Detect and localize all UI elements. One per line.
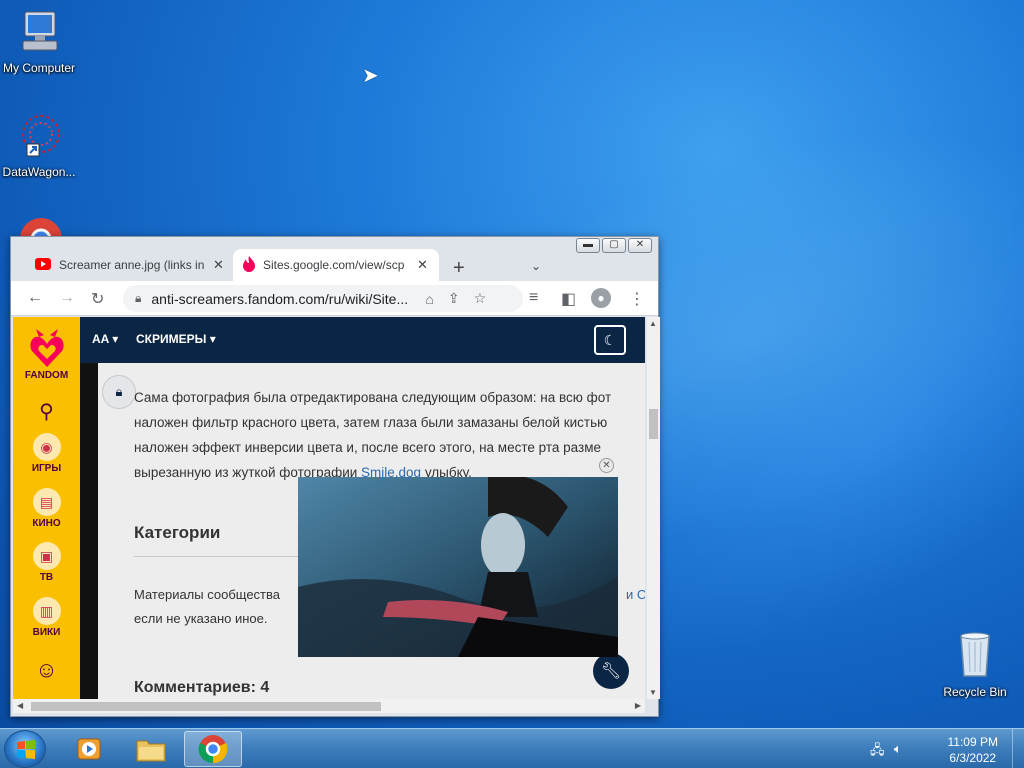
media-control-icon[interactable]: ≡ <box>529 289 538 307</box>
media-player-icon <box>77 738 101 760</box>
rail-item-label: КИНО <box>32 518 61 529</box>
taskbar: 🖧︎ 🔈︎ 11:09 PM 6/3/2022 <box>0 728 1024 768</box>
taskbar-chrome[interactable] <box>184 731 242 767</box>
folder-icon <box>136 740 166 762</box>
tab-title: Sites.google.com/view/scp <box>263 258 405 272</box>
desktop-icon-label: Recycle Bin <box>943 685 1007 699</box>
rail-item-wikis[interactable]: ▥ ВИКИ <box>13 597 80 638</box>
datawagon-icon <box>0 112 81 163</box>
tab-sites-google[interactable]: Sites.google.com/view/scp ✕ <box>233 249 439 281</box>
tab-search-dropdown-icon[interactable]: ⌄ <box>531 259 541 273</box>
community-topnav: AA ▾ СКРИМЕРЫ ▾ ☾ <box>80 317 645 363</box>
fandom-logo[interactable]: FANDOM <box>13 325 80 381</box>
article-paragraph: Сама фотография была отредактирована сле… <box>134 390 612 480</box>
vertical-scrollbar[interactable]: ▲ ▼ <box>647 317 660 699</box>
clock-time: 11:09 PM <box>947 735 998 749</box>
recycle-bin-icon <box>933 630 1017 683</box>
desktop-icon-label: DataWagon... <box>2 165 76 179</box>
tab-strip: Screamer anne.jpg (links in ✕ Sites.goog… <box>11 245 658 281</box>
rail-item-tv[interactable]: ▣ ТВ <box>13 542 80 583</box>
bookmark-star-icon[interactable]: ☆ <box>474 290 487 307</box>
share-icon[interactable]: ⇪ <box>448 290 460 307</box>
comments-heading: Комментариев: 4 <box>134 679 270 696</box>
network-icon[interactable]: 🖧︎ <box>870 741 885 763</box>
youtube-icon <box>35 257 51 273</box>
rail-item-label: ВИКИ <box>32 627 61 638</box>
show-desktop-button[interactable] <box>1012 729 1024 768</box>
categories-heading: Категории <box>134 523 221 542</box>
wrench-tools-icon[interactable]: 🔧︎ <box>593 653 629 689</box>
back-arrow-icon[interactable]: ← <box>27 289 43 307</box>
close-tab-icon[interactable]: ✕ <box>213 257 224 273</box>
chrome-desktop-icon-partial[interactable] <box>18 216 64 236</box>
community-menu-screamers[interactable]: СКРИМЕРЫ ▾ <box>136 332 216 346</box>
rail-item-label: ИГРЫ <box>31 463 62 474</box>
translate-icon[interactable]: ⌂ <box>425 291 433 307</box>
license-link[interactable]: и С <box>626 583 645 607</box>
chrome-icon <box>198 735 228 764</box>
gamepad-icon: ◉ <box>32 433 61 461</box>
community-logo[interactable]: AA ▾ <box>92 332 118 346</box>
close-video-icon[interactable]: ✕ <box>599 458 614 473</box>
horizontal-scrollbar[interactable]: ◀ ▶ <box>13 699 645 713</box>
tab-screamer-anne[interactable]: Screamer anne.jpg (links in ✕ <box>25 249 237 281</box>
taskbar-explorer[interactable] <box>122 731 180 767</box>
clock-date: 6/3/2022 <box>949 751 997 765</box>
reload-icon[interactable]: ↻ <box>91 289 104 309</box>
clock[interactable]: 11:09 PM 6/3/2022 <box>948 734 998 766</box>
forward-arrow-icon[interactable]: → <box>59 289 75 307</box>
computer-icon <box>0 8 81 59</box>
desktop-icon-recycle-bin[interactable]: Recycle Bin <box>933 630 1017 699</box>
tab-title: Screamer anne.jpg (links in <box>59 258 205 272</box>
close-tab-icon[interactable]: ✕ <box>417 257 428 273</box>
volume-icon[interactable]: 🔈︎ <box>894 741 902 757</box>
new-tab-button[interactable]: + <box>453 257 465 280</box>
tv-icon: ▣ <box>32 542 61 570</box>
start-button[interactable] <box>4 730 46 768</box>
taskbar-media-player[interactable] <box>60 731 118 767</box>
desktop-icon-datawagon[interactable]: DataWagon... <box>0 112 81 179</box>
fandom-rail: FANDOM ⚲ ◉ ИГРЫ ▤ КИНО ▣ ТВ ▥ ВИКИ ☺ <box>13 317 80 699</box>
floating-video-player[interactable] <box>298 477 618 657</box>
mouse-cursor: ➤ <box>362 65 379 87</box>
address-text: anti-screamers.fandom.com/ru/wiki/Site..… <box>151 290 409 307</box>
fandom-flame-icon <box>243 255 255 275</box>
rail-item-label: ТВ <box>39 572 54 583</box>
address-bar[interactable]: 🔒︎ anti-screamers.fandom.com/ru/wiki/Sit… <box>123 285 523 312</box>
user-account-icon[interactable]: ☺ <box>13 657 80 683</box>
system-tray: 🖧︎ 🔈︎ 11:09 PM 6/3/2022 <box>864 729 1024 768</box>
rail-item-movies[interactable]: ▤ КИНО <box>13 488 80 529</box>
dark-mode-toggle-icon[interactable]: ☾ <box>594 325 626 355</box>
rail-item-games[interactable]: ◉ ИГРЫ <box>13 433 80 474</box>
fandom-brand-text: FANDOM <box>24 370 69 381</box>
browser-toolbar: ← → ↻ 🔒︎ anti-screamers.fandom.com/ru/wi… <box>11 281 658 316</box>
page-dark-gutter <box>80 317 98 699</box>
lock-icon[interactable]: 🔒︎ <box>102 375 136 409</box>
profile-avatar-icon[interactable]: ● <box>591 288 611 308</box>
video-frame-image <box>298 477 618 657</box>
side-panel-icon[interactable]: ◧ <box>561 289 576 309</box>
menu-kebab-icon[interactable]: ⋮ <box>629 289 645 309</box>
desktop-icon-my-computer[interactable]: My Computer <box>0 8 81 75</box>
clapperboard-icon: ▤ <box>32 488 61 516</box>
vertical-scroll-thumb[interactable] <box>649 409 658 439</box>
horizontal-scroll-thumb[interactable] <box>31 702 381 711</box>
book-icon: ▥ <box>32 597 61 625</box>
windows-logo-icon <box>17 740 35 759</box>
search-icon[interactable]: ⚲ <box>13 399 80 424</box>
fandom-heart-icon <box>29 329 64 367</box>
lock-icon: 🔒︎ <box>135 291 142 305</box>
desktop-icon-label: My Computer <box>2 61 76 75</box>
